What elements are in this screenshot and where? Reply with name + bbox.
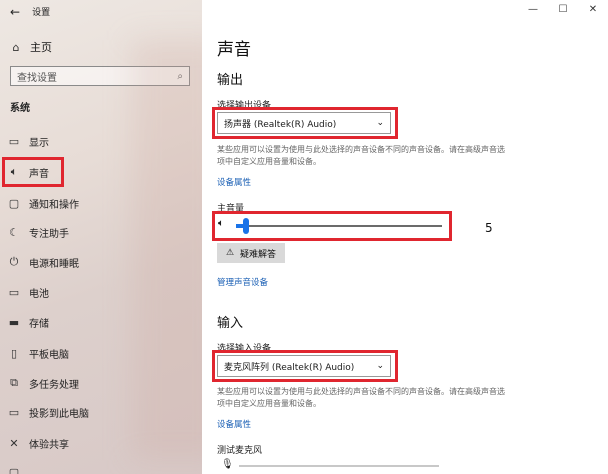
output-description: 某些应用可以设置为使用与此处选择的声音设备不同的声音设备。请在高级声音选项中自定…: [217, 145, 505, 166]
home-label: 主页: [30, 41, 52, 54]
multitask-icon: ⧉: [10, 376, 18, 389]
sidebar-item-label: 体验共享: [29, 439, 69, 451]
title-bar: ← 设置: [10, 5, 51, 19]
input-device-properties-link[interactable]: 设备属性: [217, 418, 251, 430]
sidebar-item-multitasking[interactable]: ⧉ 多任务处理: [8, 373, 79, 393]
highlight-box-output-device: [212, 107, 398, 139]
sidebar-item-storage[interactable]: ▬ 存储: [8, 312, 49, 332]
window-title: 设置: [32, 8, 51, 18]
sidebar-item-label: 电源和睡眠: [29, 258, 79, 270]
project-icon: ▭: [8, 405, 20, 419]
highlight-box-input-device: [212, 350, 398, 382]
sidebar-item-label: 多任务处理: [29, 379, 79, 391]
home-link[interactable]: ⌂ 主页: [10, 39, 53, 55]
search-placeholder: 查找设置: [17, 72, 57, 84]
mic-test-label: 测试麦克风: [217, 446, 263, 456]
sidebar-item-label: 存储: [29, 318, 49, 330]
window-controls: — ☐ ✕: [518, 0, 608, 18]
sidebar-item-power[interactable]: ⏻ 电源和睡眠: [8, 252, 79, 272]
sidebar-item-label: 电池: [29, 288, 49, 300]
sidebar-item-focus-assist[interactable]: ☾ 专注助手: [8, 222, 69, 242]
troubleshoot-button[interactable]: ⚠ 疑难解答: [217, 243, 285, 263]
battery-icon: ▭: [8, 285, 20, 299]
section-label-system: 系统: [10, 103, 30, 114]
close-button[interactable]: ✕: [578, 0, 608, 18]
manage-sound-devices-link[interactable]: 管理声音设备: [217, 276, 268, 288]
troubleshoot-label: 疑难解答: [240, 249, 277, 260]
power-icon: ⏻: [9, 255, 19, 268]
main-panel: — ☐ ✕ 声音 输出 选择输出设备 扬声器 (Realtek(R) Audio…: [202, 0, 608, 474]
warning-icon: ⚠: [225, 248, 235, 258]
sidebar-item-label: 投影到此电脑: [29, 408, 89, 420]
sidebar-item-notifications[interactable]: ▢ 通知和操作: [8, 193, 79, 213]
tablet-icon: ▯: [10, 346, 18, 360]
notification-icon: ▢: [8, 196, 20, 210]
sidebar-item-label: 专注助手: [29, 228, 69, 240]
back-arrow-icon[interactable]: ←: [10, 6, 20, 18]
maximize-button[interactable]: ☐: [548, 0, 578, 18]
page-title: 声音: [217, 40, 251, 60]
clipboard-icon: ▢: [8, 465, 20, 474]
sidebar-item-label: 平板电脑: [29, 349, 69, 361]
sidebar-item-display[interactable]: ▭ 显示: [8, 131, 49, 151]
sidebar-item-label: 显示: [29, 137, 49, 149]
share-icon: ✕: [9, 436, 19, 450]
sidebar: ← 设置 ⌂ 主页 查找设置 ⌕ 系统 ▭ 显示 🔈︎ 声音 ▢ 通知和操作 ☾…: [0, 0, 202, 474]
search-icon: ⌕: [177, 70, 183, 82]
search-input[interactable]: 查找设置 ⌕: [10, 66, 190, 86]
volume-value: 5: [485, 221, 493, 235]
sidebar-item-label: 通知和操作: [29, 199, 79, 211]
sidebar-item-tablet[interactable]: ▯ 平板电脑: [8, 343, 69, 363]
mic-level-meter: 🎙︎: [217, 458, 447, 474]
storage-icon: ▬: [8, 315, 20, 329]
microphone-icon: 🎙︎: [221, 459, 234, 470]
highlight-box-volume: [212, 211, 452, 241]
output-device-properties-link[interactable]: 设备属性: [217, 176, 251, 188]
settings-window: ← 设置 ⌂ 主页 查找设置 ⌕ 系统 ▭ 显示 🔈︎ 声音 ▢ 通知和操作 ☾…: [0, 0, 608, 474]
highlight-box-sound: [2, 157, 64, 187]
sidebar-item-battery[interactable]: ▭ 电池: [8, 282, 49, 302]
output-heading: 输出: [217, 73, 244, 88]
input-heading: 输入: [217, 316, 244, 331]
mic-level-track: [239, 465, 439, 467]
sidebar-item-shared-experiences[interactable]: ✕ 体验共享: [8, 433, 69, 453]
moon-icon: ☾: [9, 225, 19, 239]
sidebar-item-project[interactable]: ▭ 投影到此电脑: [8, 402, 89, 422]
input-description: 某些应用可以设置为使用与此处选择的声音设备不同的声音设备。请在高级声音选项中自定…: [217, 387, 505, 408]
home-icon: ⌂: [12, 40, 20, 54]
sidebar-item-next[interactable]: ▢: [8, 462, 20, 474]
display-icon: ▭: [8, 134, 20, 148]
minimize-button[interactable]: —: [518, 0, 548, 18]
